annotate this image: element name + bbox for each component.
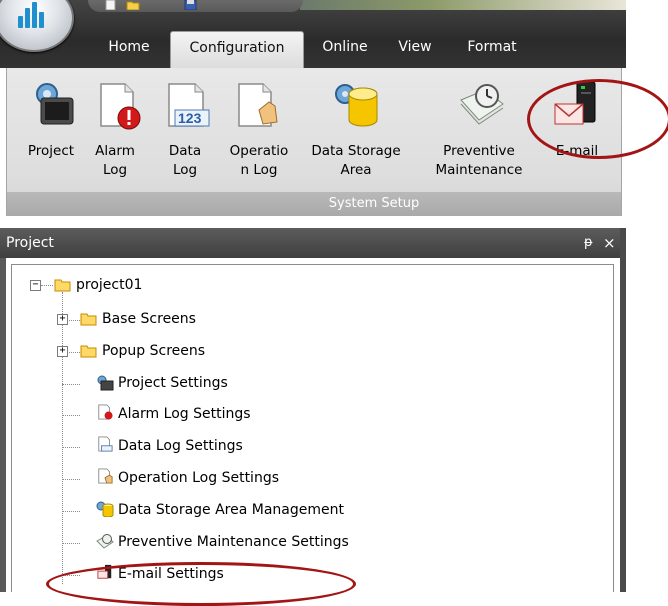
- open-folder-icon: [54, 279, 71, 292]
- tree-item-label: Project Settings: [118, 375, 228, 391]
- project-settings-icon: [97, 375, 114, 391]
- tree-expand-toggle[interactable]: +: [57, 314, 68, 325]
- ribbon-tab-bar: Home Configuration Online View Format: [0, 0, 626, 69]
- alarm-log-settings-icon: [98, 404, 113, 420]
- alarm-log-button[interactable]: Alarm Log: [89, 68, 145, 183]
- tree-item-preventive-maintenance-settings[interactable]: Preventive Maintenance Settings: [96, 531, 396, 553]
- tree-connector: [62, 415, 80, 416]
- ribbon-spacer: [0, 216, 626, 228]
- email-icon: [554, 81, 596, 125]
- tree-item-label: project01: [76, 277, 143, 293]
- tab-home[interactable]: Home: [98, 31, 160, 63]
- tree-collapse-toggle[interactable]: −: [30, 280, 41, 291]
- data-storage-area-button-label: Data Storage Area: [311, 143, 401, 178]
- tree-connector: [41, 285, 53, 286]
- application-window: Home Configuration Online View Format Pr…: [0, 0, 626, 592]
- data-log-button-label: Data Log: [168, 143, 202, 178]
- tree-item-label: E-mail Settings: [118, 566, 224, 582]
- tree-item-label: Data Storage Area Management: [118, 502, 344, 518]
- folder-icon: [80, 313, 97, 326]
- tree-item-label: Alarm Log Settings: [118, 406, 251, 422]
- tree-item-label: Base Screens: [102, 311, 196, 327]
- preventive-maintenance-icon: [96, 534, 114, 549]
- data-log-settings-icon: [98, 436, 113, 452]
- tree-item-base-screens[interactable]: Base Screens: [80, 308, 280, 330]
- title-bar-strip: [300, 0, 626, 10]
- data-log-icon: 123: [168, 83, 210, 127]
- quick-access-toolbar: [88, 0, 303, 12]
- svg-text:123: 123: [178, 110, 202, 126]
- operation-log-button-label: Operatio n Log: [229, 143, 289, 178]
- tree-item-label: Data Log Settings: [118, 438, 243, 454]
- tree-connector: [62, 575, 80, 576]
- pin-icon[interactable]: ᵽ: [584, 228, 593, 258]
- save-icon[interactable]: [184, 0, 198, 10]
- tree-item-popup-screens[interactable]: Popup Screens: [80, 340, 280, 362]
- tree-item-label: Operation Log Settings: [118, 470, 279, 486]
- preventive-maintenance-button-label: Preventive Maintenance: [435, 143, 523, 178]
- data-storage-icon: [96, 501, 114, 517]
- app-logo-icon: [18, 2, 48, 28]
- tree-item-operation-log-settings[interactable]: Operation Log Settings: [96, 467, 336, 489]
- tree-item-project-settings[interactable]: Project Settings: [96, 372, 316, 394]
- tree-connector: [62, 447, 80, 448]
- tree-connector: [62, 511, 80, 512]
- tree-item-label: Popup Screens: [102, 343, 206, 359]
- open-folder-icon[interactable]: [126, 0, 140, 10]
- tree-connector-vertical: [62, 292, 63, 584]
- tree-item-project01[interactable]: project01: [54, 274, 254, 296]
- data-storage-icon: [335, 84, 378, 127]
- email-button-label: E-mail: [555, 143, 599, 159]
- data-log-button[interactable]: 123 Data Log: [159, 68, 215, 183]
- tree-item-alarm-log-settings[interactable]: Alarm Log Settings: [96, 403, 316, 425]
- project-button[interactable]: Project: [17, 68, 85, 183]
- new-file-icon[interactable]: [104, 0, 118, 10]
- project-icon: [36, 83, 74, 125]
- operation-log-icon: [238, 83, 278, 127]
- tab-view[interactable]: View: [390, 31, 440, 63]
- tree-item-email-settings[interactable]: E-mail Settings: [96, 563, 316, 585]
- tab-configuration[interactable]: Configuration: [170, 31, 304, 69]
- tree-connector: [62, 479, 80, 480]
- system-setup-label: System Setup: [328, 196, 420, 211]
- tree-item-data-storage-area-management[interactable]: Data Storage Area Management: [96, 499, 396, 521]
- operation-log-settings-icon: [98, 468, 113, 484]
- pane-right-border: [620, 228, 626, 592]
- tab-online[interactable]: Online: [314, 31, 376, 63]
- tab-format[interactable]: Format: [452, 31, 532, 63]
- folder-icon: [80, 345, 97, 358]
- tree-connector: [62, 543, 80, 544]
- tree-expand-toggle[interactable]: +: [57, 346, 68, 357]
- operation-log-button[interactable]: Operatio n Log: [227, 68, 291, 183]
- data-storage-area-button[interactable]: Data Storage Area: [301, 68, 411, 183]
- alarm-log-button-label: Alarm Log: [95, 143, 135, 178]
- project-pane-header: Project ᵽ ×: [0, 228, 626, 258]
- preventive-maintenance-button[interactable]: Preventive Maintenance: [427, 68, 531, 183]
- tree-item-data-log-settings[interactable]: Data Log Settings: [96, 435, 316, 457]
- close-icon[interactable]: ×: [603, 228, 616, 258]
- alarm-log-icon: [100, 83, 141, 130]
- email-settings-icon: [97, 564, 112, 579]
- application-menu-button[interactable]: [0, 0, 74, 52]
- email-button[interactable]: E-mail: [543, 68, 611, 183]
- tree-item-label: Preventive Maintenance Settings: [118, 534, 349, 550]
- preventive-maintenance-icon: [460, 84, 504, 125]
- ribbon-panel: Project Alarm Log 123 Data Log Operatio …: [6, 68, 622, 217]
- ribbon-group-label: System Setup: [7, 192, 621, 216]
- tree-connector: [62, 384, 80, 385]
- project-button-label: Project: [27, 143, 75, 159]
- project-pane-title: Project: [6, 235, 54, 251]
